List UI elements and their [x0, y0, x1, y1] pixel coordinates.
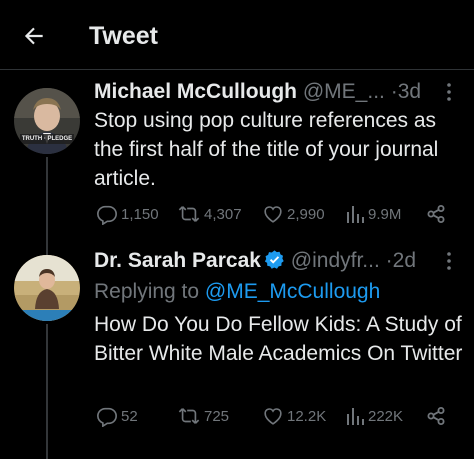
retweet-icon	[178, 408, 200, 424]
tweet-author-row: Dr. Sarah Parcak @indyfr... ·2d	[94, 246, 464, 276]
author-handle[interactable]: @indyfr...	[291, 249, 380, 272]
retweet-count: 725	[204, 407, 230, 425]
separator-dot: ·	[390, 80, 398, 103]
reply-icon	[97, 407, 117, 427]
replying-to-line: Replying to @ME_McCullough	[94, 277, 380, 306]
like-count: 12.2K	[287, 407, 327, 425]
reply-icon	[97, 205, 117, 225]
reply-count: 1,150	[121, 205, 159, 223]
share-icon	[427, 205, 445, 223]
replying-to-label: Replying to	[94, 280, 200, 303]
tweet-author-row: Michael McCullough @ME_... ·3d	[94, 77, 464, 107]
thread-connector-line	[46, 157, 48, 257]
retweet-button[interactable]: 4,307	[177, 202, 242, 226]
share-button[interactable]	[426, 404, 446, 428]
separator-dot: ·	[385, 249, 393, 272]
tweet-text: Stop using pop culture references as the…	[94, 109, 439, 190]
retweet-count: 4,307	[204, 205, 242, 223]
tweet-text: How Do You Do Fellow Kids: A Study of Bi…	[94, 313, 463, 365]
heart-icon	[264, 408, 282, 425]
avatar-caption: TRUTH · PLEDGE	[21, 136, 73, 142]
author-name[interactable]: Michael McCullough	[94, 80, 297, 103]
arrow-left-icon	[24, 27, 43, 45]
author-name[interactable]: Dr. Sarah Parcak	[94, 249, 261, 272]
like-button[interactable]: 12.2K	[262, 404, 326, 428]
replying-to-mention[interactable]: @ME_McCullough	[205, 280, 380, 303]
avatar-photo-icon	[14, 255, 80, 321]
views-button[interactable]: 222K	[345, 404, 403, 428]
views-count: 222K	[368, 407, 404, 425]
avatar-photo-icon	[14, 88, 80, 154]
reply-button[interactable]: 52	[96, 404, 138, 428]
retweet-icon	[178, 206, 200, 222]
back-button[interactable]	[18, 20, 50, 52]
timestamp[interactable]: 2d	[393, 249, 416, 272]
views-chart-icon	[347, 206, 364, 223]
reply-count: 52	[121, 407, 138, 425]
like-count: 2,990	[287, 205, 325, 223]
avatar[interactable]	[14, 255, 80, 321]
thread-connector-line	[46, 324, 48, 459]
share-icon	[427, 407, 445, 425]
like-button[interactable]: 2,990	[262, 202, 325, 226]
more-options-button[interactable]	[440, 246, 458, 276]
more-options-button[interactable]	[440, 77, 458, 107]
more-vertical-icon	[447, 83, 451, 101]
timestamp[interactable]: 3d	[398, 80, 421, 103]
share-button[interactable]	[426, 202, 446, 226]
views-button[interactable]: 9.9M	[345, 202, 401, 226]
more-vertical-icon	[447, 252, 451, 270]
retweet-button[interactable]: 725	[177, 404, 229, 428]
avatar[interactable]: TRUTH · PLEDGE	[14, 88, 80, 154]
views-chart-icon	[347, 408, 364, 425]
verified-badge-icon	[264, 250, 284, 269]
page-title: Tweet	[89, 22, 158, 50]
views-count: 9.9M	[368, 205, 402, 223]
reply-button[interactable]: 1,150	[96, 202, 159, 226]
top-bar: Tweet	[0, 0, 474, 70]
author-handle[interactable]: @ME_...	[303, 80, 385, 103]
heart-icon	[264, 206, 282, 223]
